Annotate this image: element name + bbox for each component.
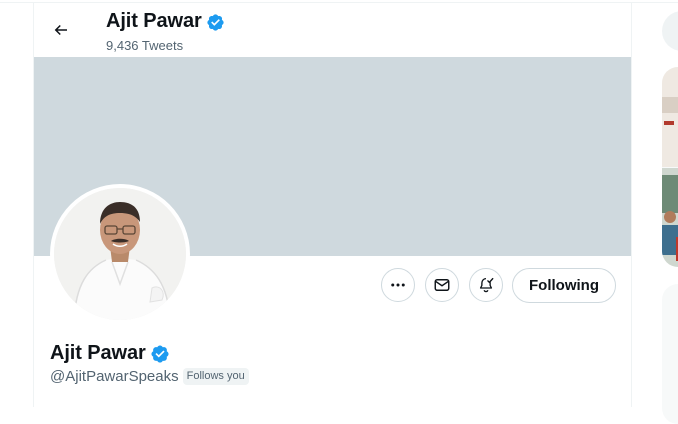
header-name-row: Ajit Pawar [106,10,225,33]
profile-handle-row: @AjitPawarSpeaks Follows you [50,368,249,385]
follows-you-badge: Follows you [182,368,249,385]
notifications-button[interactable] [469,268,503,302]
profile-column: Ajit Pawar 9,436 Tweets Following Ajit P… [33,3,632,407]
arrow-left-icon [54,24,67,36]
avatar[interactable] [50,184,190,324]
bell-check-icon [479,277,494,293]
sidebar-card [662,284,678,424]
avatar-photo [54,188,186,320]
profile-name-row: Ajit Pawar [50,342,170,365]
back-button[interactable] [44,13,78,47]
profile-handle: @AjitPawarSpeaks [50,368,179,385]
verified-badge-icon [207,14,224,31]
sidebar-search-box[interactable] [662,11,678,51]
sidebar-media-card[interactable] [662,67,678,267]
more-horizontal-icon [391,283,405,287]
more-options-button[interactable] [381,268,415,302]
header-name: Ajit Pawar [106,10,202,32]
following-button[interactable]: Following [512,268,616,303]
envelope-icon [434,279,450,291]
profile-name: Ajit Pawar [50,342,146,364]
verified-badge-icon [151,345,169,363]
tweet-count: 9,436 Tweets [106,38,184,53]
profile-header: Ajit Pawar 9,436 Tweets [34,3,631,57]
message-button[interactable] [425,268,459,302]
